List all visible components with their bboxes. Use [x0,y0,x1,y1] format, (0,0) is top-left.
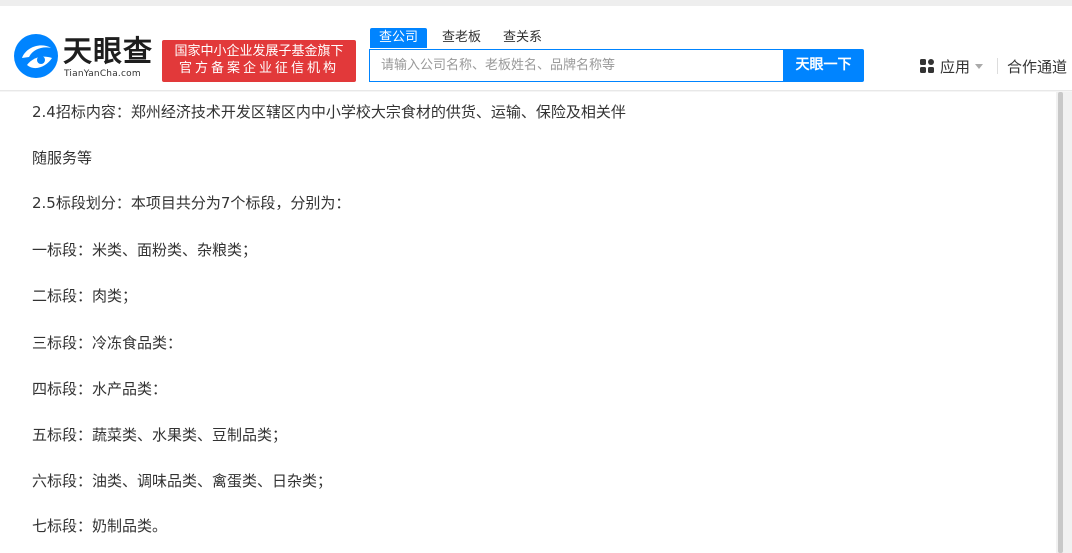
chevron-down-icon [975,64,984,69]
nav-divider [997,58,998,74]
search-box [369,49,784,82]
paragraph: 2.4招标内容：郑州经济技术开发区辖区内中小学校大宗食材的供货、运输、保险及相关… [32,103,626,121]
paragraph: 四标段：水产品类： [32,380,168,398]
article-content: 2.4招标内容：郑州经济技术开发区辖区内中小学校大宗食材的供货、运输、保险及相关… [0,92,1056,553]
paragraph: 2.5标段划分：本项目共分为7个标段，分别为： [32,194,351,212]
apps-menu[interactable]: 应用 [919,57,984,77]
scrollbar-thumb[interactable] [1058,92,1063,553]
paragraph: 三标段：冷冻食品类： [32,334,183,352]
logo-domain: TianYanCha.com [64,69,141,79]
tianyancha-logo-icon [14,34,58,78]
top-header: 天眼查 TianYanCha.com 国家中小企业发展子基金旗下 官方备案企业征… [0,0,1072,91]
search-input[interactable] [370,50,783,81]
paragraph: 五标段：蔬菜类、水果类、豆制品类； [32,426,288,444]
apps-grid-icon [920,59,934,73]
slogan-badge: 国家中小企业发展子基金旗下 官方备案企业征信机构 [162,40,356,82]
search-button[interactable]: 天眼一下 [783,49,864,82]
tab-company[interactable]: 查公司 [370,28,428,48]
paragraph: 六标段：油类、调味品类、禽蛋类、日杂类； [32,472,333,490]
paragraph: 一标段：米类、面粉类、杂粮类； [32,241,258,259]
paragraph: 二标段：肉类； [32,287,138,305]
slogan-line2: 官方备案企业征信机构 [178,61,339,76]
tab-boss[interactable]: 查老板 [442,28,481,48]
paragraph: 七标段：奶制品类。 [32,517,168,535]
slogan-line1: 国家中小企业发展子基金旗下 [174,44,344,59]
site-logo[interactable]: 天眼查 TianYanCha.com [13,33,153,85]
logo-name: 天眼查 [63,34,154,68]
apps-label: 应用 [940,58,971,76]
paragraph: 随服务等 [32,149,93,167]
tab-relation[interactable]: 查关系 [503,28,542,48]
partner-channel-link[interactable]: 合作通道 [1007,57,1067,77]
